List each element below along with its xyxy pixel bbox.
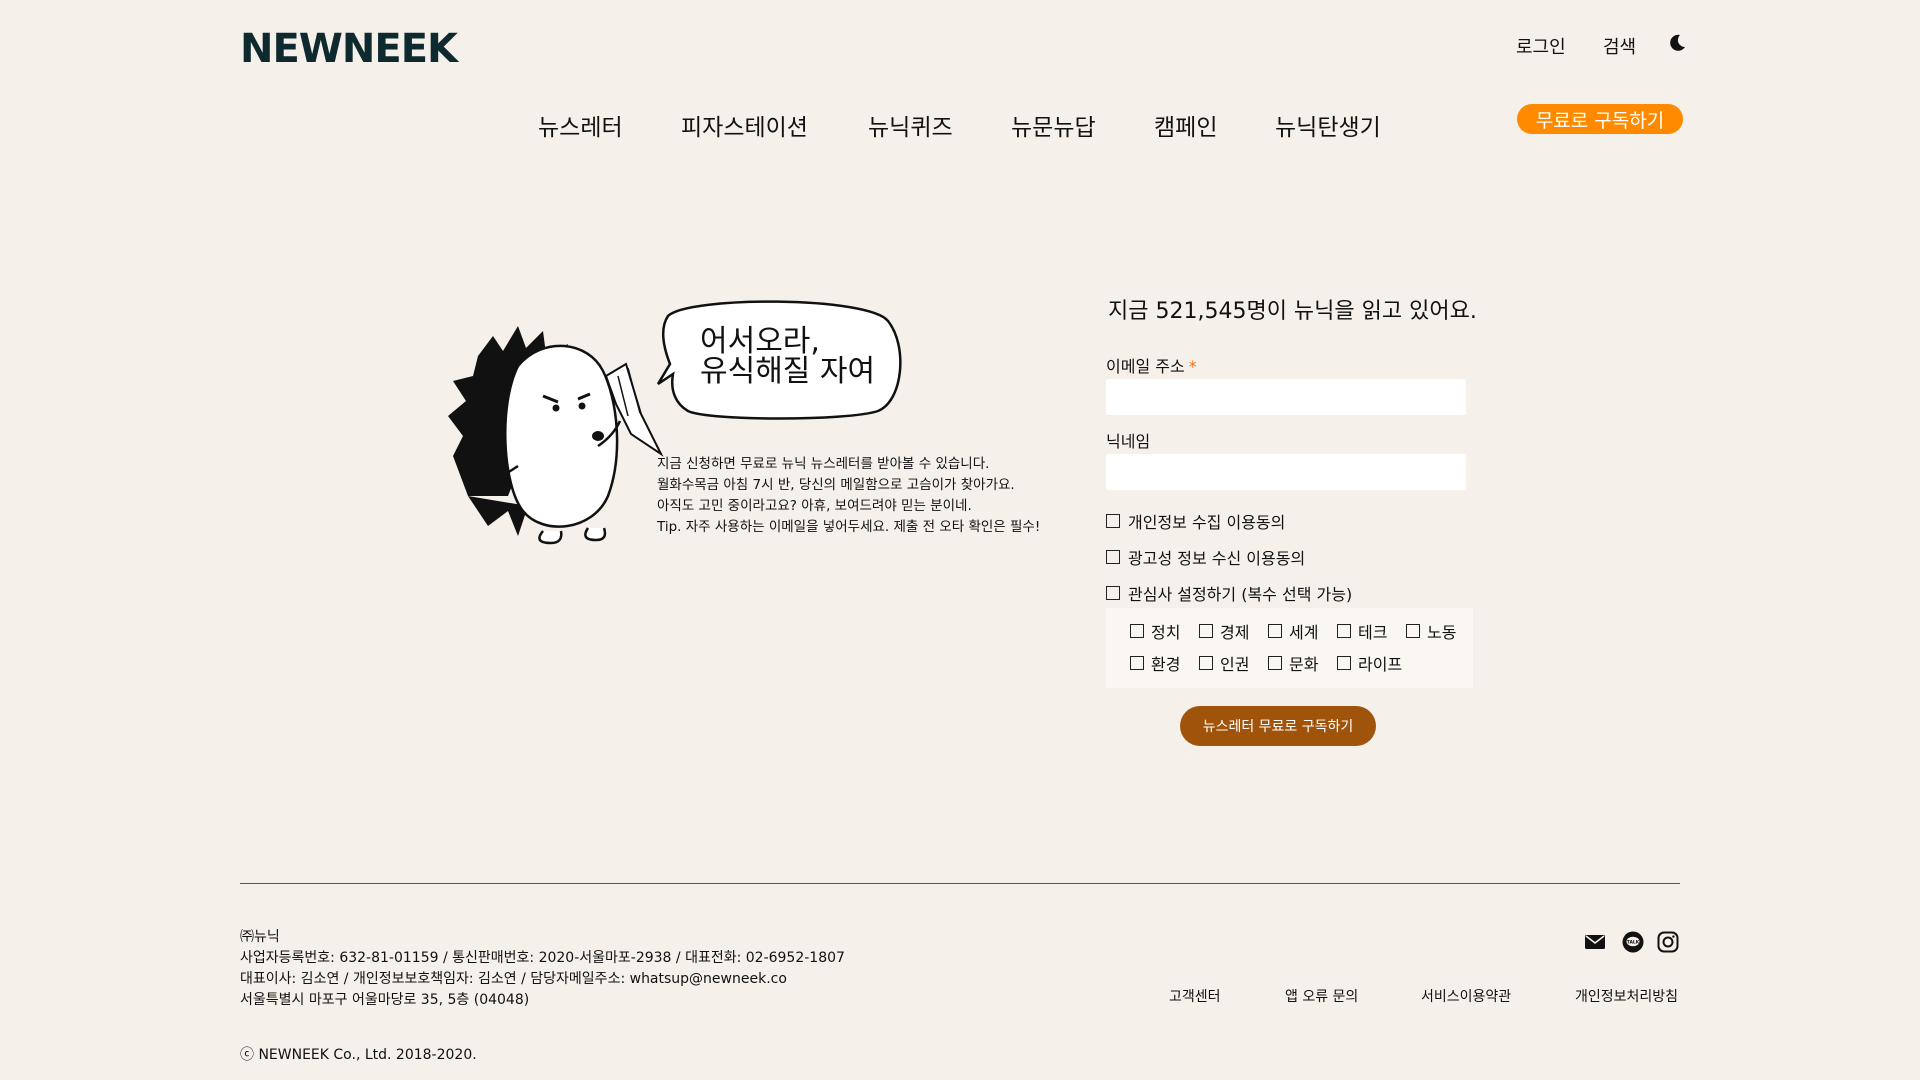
checkbox-box[interactable] <box>1130 624 1144 638</box>
interest-life[interactable]: 라이프 <box>1337 651 1402 675</box>
interest-tech[interactable]: 테크 <box>1337 619 1387 643</box>
checkbox-box[interactable] <box>1337 624 1351 638</box>
interest-human-rights[interactable]: 인권 <box>1199 651 1249 675</box>
reader-count: 지금 521,545명이 뉴닉을 읽고 있어요. <box>1108 299 1477 324</box>
interest-label: 환경 <box>1151 655 1181 674</box>
interest-setting-checkbox[interactable]: 관심사 설정하기 (복수 선택 가능) <box>1106 581 1352 605</box>
interest-economy[interactable]: 경제 <box>1199 619 1249 643</box>
nickname-field[interactable] <box>1106 454 1466 490</box>
checkbox-box[interactable] <box>1106 586 1120 600</box>
subscribe-free-button[interactable]: 무료로 구독하기 <box>1517 104 1683 134</box>
interest-label: 인권 <box>1220 655 1250 674</box>
copyright: ⓒ NEWNEEK Co., Ltd. 2018-2020. <box>240 1047 477 1063</box>
kakao-talk-icon[interactable]: TALK <box>1622 931 1644 953</box>
interest-label: 테크 <box>1358 623 1388 642</box>
interest-label: 정치 <box>1151 623 1181 642</box>
checkbox-box[interactable] <box>1268 624 1282 638</box>
nav-newneek-origin[interactable]: 뉴닉탄생기 <box>1275 108 1381 142</box>
nav-newneek-quiz[interactable]: 뉴닉퀴즈 <box>868 108 953 142</box>
nav-news-qa[interactable]: 뉴문뉴답 <box>1011 108 1096 142</box>
privacy-consent-label: 개인정보 수집 이용동의 <box>1128 513 1286 532</box>
login-link[interactable]: 로그인 <box>1516 33 1566 59</box>
interest-label: 노동 <box>1427 623 1457 642</box>
interest-label: 경제 <box>1220 623 1250 642</box>
interest-culture[interactable]: 문화 <box>1268 651 1318 675</box>
intro-text: 지금 신청하면 무료로 뉴닉 뉴스레터를 받아볼 수 있습니다. 월화수목금 아… <box>657 454 1040 538</box>
interest-panel: 정치 경제 세계 테크 노동 환경 인권 문화 라이프 <box>1106 608 1473 688</box>
interest-world[interactable]: 세계 <box>1268 619 1318 643</box>
interest-labor[interactable]: 노동 <box>1406 619 1456 643</box>
checkbox-box[interactable] <box>1268 656 1282 670</box>
newsletter-subscribe-button[interactable]: 뉴스레터 무료로 구독하기 <box>1180 706 1376 746</box>
interest-politics[interactable]: 정치 <box>1130 619 1180 643</box>
interest-label: 문화 <box>1289 655 1319 674</box>
company-info: ㈜뉴닉 사업자등록번호: 632-81-01159 / 통신판매번호: 2020… <box>240 927 845 1011</box>
intro-line: 아직도 고민 중이라고요? 아휴, 보여드려야 믿는 분이네. <box>657 498 972 514</box>
footer-link-privacy-policy[interactable]: 개인정보처리방침 <box>1575 986 1678 1006</box>
email-label: 이메일 주소 * <box>1106 353 1197 377</box>
intro-line: 월화수목금 아침 7시 반, 당신의 메일함으로 고슴이가 찾아가요. <box>657 477 1015 493</box>
ad-consent-label: 광고성 정보 수신 이용동의 <box>1128 549 1306 568</box>
footer-link-customer-center[interactable]: 고객센터 <box>1169 986 1221 1006</box>
intro-line: Tip. 자주 사용하는 이메일을 넣어두세요. 제출 전 오타 확인은 필수! <box>657 519 1041 535</box>
interest-environment[interactable]: 환경 <box>1130 651 1180 675</box>
nav-newsletter[interactable]: 뉴스레터 <box>538 108 623 142</box>
svg-text:TALK: TALK <box>1627 940 1640 946</box>
checkbox-box[interactable] <box>1337 656 1351 670</box>
interest-setting-label: 관심사 설정하기 (복수 선택 가능) <box>1128 585 1353 604</box>
bubble-greeting: 어서오라, 유식해질 자여 <box>700 324 876 389</box>
interest-label: 세계 <box>1289 623 1319 642</box>
ad-consent-checkbox[interactable]: 광고성 정보 수신 이용동의 <box>1106 545 1305 569</box>
checkbox-box[interactable] <box>1406 624 1420 638</box>
privacy-consent-checkbox[interactable]: 개인정보 수집 이용동의 <box>1106 509 1285 533</box>
search-link[interactable]: 검색 <box>1603 33 1636 59</box>
nav-pizza-station[interactable]: 피자스테이션 <box>681 108 808 142</box>
nickname-label: 닉네임 <box>1106 432 1151 451</box>
checkbox-box[interactable] <box>1106 550 1120 564</box>
checkbox-box[interactable] <box>1199 624 1213 638</box>
footer-link-terms[interactable]: 서비스이용약관 <box>1421 986 1511 1006</box>
footer-link-app-error[interactable]: 앱 오류 문의 <box>1285 986 1358 1006</box>
company-name: ㈜뉴닉 <box>240 929 280 945</box>
company-contacts: 대표이사: 김소연 / 개인정보보호책임자: 김소연 / 담당자메일주소: wh… <box>240 971 787 987</box>
instagram-icon[interactable] <box>1657 931 1679 953</box>
checkbox-box[interactable] <box>1130 656 1144 670</box>
email-field[interactable] <box>1106 379 1466 415</box>
interest-label: 라이프 <box>1358 655 1403 674</box>
mail-icon[interactable] <box>1584 931 1606 953</box>
nav-campaign[interactable]: 캠페인 <box>1154 108 1217 142</box>
moon-icon[interactable] <box>1667 33 1687 53</box>
newneek-logo[interactable]: NEWNEEK <box>240 26 458 72</box>
checkbox-box[interactable] <box>1106 514 1120 528</box>
company-address: 서울특별시 마포구 어울마당로 35, 5층 (04048) <box>240 992 530 1008</box>
footer-divider <box>240 883 1680 884</box>
checkbox-box[interactable] <box>1199 656 1213 670</box>
email-label-text: 이메일 주소 <box>1106 357 1185 376</box>
intro-line: 지금 신청하면 무료로 뉴닉 뉴스레터를 받아볼 수 있습니다. <box>657 456 990 472</box>
company-registration: 사업자등록번호: 632-81-01159 / 통신판매번호: 2020-서울마… <box>240 950 845 966</box>
required-mark: * <box>1188 357 1197 376</box>
